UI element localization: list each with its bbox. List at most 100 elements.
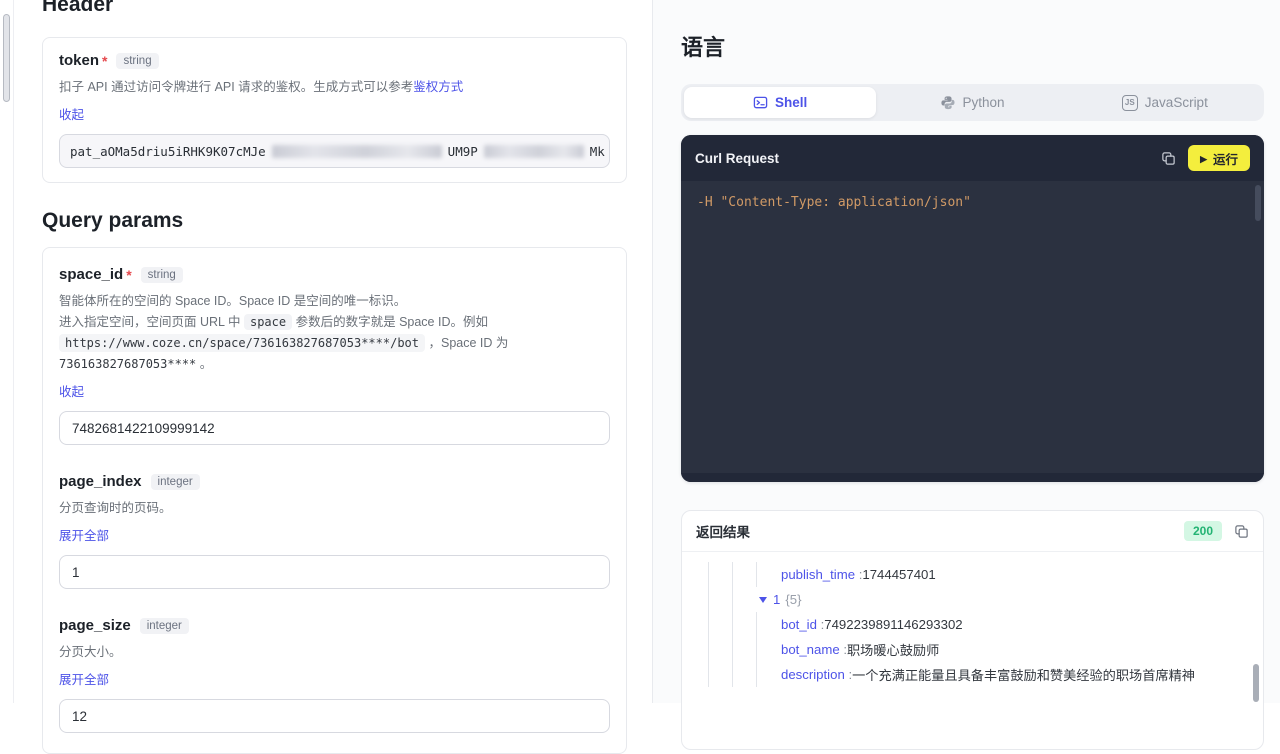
indent-guide [732,562,756,587]
redacted-token-segment [483,144,584,158]
result-scrollbar-handle[interactable] [1253,664,1259,702]
json-key: 1 [773,592,781,607]
param-name-token: token [59,52,100,69]
copy-icon[interactable] [1161,151,1176,166]
json-key: description [781,667,852,682]
token-input[interactable]: pat_aOMa5driu5iRHK9K07cMJe UM9P Mk [59,134,610,168]
json-row-description[interactable]: description 一个充满正能量且具备丰富鼓励和赞美经验的职场首席精神 [696,662,1263,687]
page-size-description: 分页大小。 [59,645,122,659]
space-id-desc-line1: 智能体所在的空间的 Space ID。Space ID 是空间的唯一标识。 [59,294,407,308]
param-name-page-size: page_size [59,617,131,634]
json-tree: publish_time 1744457401 1 {5} bot_id 749… [682,552,1263,702]
code-header-actions: 运行 [1161,145,1250,171]
response-header-actions: 200 [1183,521,1249,541]
param-name-page-index: page_index [59,473,142,490]
page-scrollbar-handle[interactable] [3,14,10,102]
space-id-desc-line2-post: 参数后的数字就是 Space ID。例如 [295,315,488,329]
curl-code-line[interactable]: -H "Content-Type: application/json" [697,195,1248,210]
json-row-bot-name[interactable]: bot_name 职场暖心鼓励师 [696,637,1263,662]
page-index-title-row: page_index integer [59,473,610,490]
token-value-prefix: pat_aOMa5driu5iRHK9K07cMJe [70,143,266,159]
token-description: 扣子 API 通过访问令牌进行 API 请求的鉴权。生成方式可以参考鉴权方式 [59,77,610,98]
indent-guide [708,587,732,612]
response-header: 返回结果 200 [682,511,1263,552]
response-panel: 返回结果 200 publish_time 1744457401 1 {5} [681,510,1264,750]
tab-python[interactable]: Python [876,87,1068,118]
json-value: 7492239891146293302 [824,617,963,632]
token-value-fragment: UM9P [447,143,478,159]
run-button[interactable]: 运行 [1188,145,1250,171]
param-name-space-id: space_id [59,266,124,283]
page-size-input[interactable] [59,699,610,733]
space-id-example-value: 736163827687053**** [59,357,197,371]
space-inline-code: space [243,314,293,330]
curl-code-area: -H "Content-Type: application/json" [681,181,1264,473]
response-title: 返回结果 [696,525,750,540]
json-key: bot_id [781,617,824,632]
json-value: 一个充满正能量且具备丰富鼓励和赞美经验的职场首席精神 [852,668,1195,683]
indent-guide [708,612,732,637]
json-count-badge: {5} [785,592,802,607]
indent-guide [756,662,780,687]
tab-shell-label: Shell [775,95,808,110]
page-size-expand-link[interactable]: 展开全部 [59,669,109,688]
params-pane: Header token * string 扣子 API 通过访问令牌进行 AP… [14,0,652,754]
space-id-title-row: space_id * string [59,266,610,283]
tab-python-label: Python [962,95,1005,110]
page-index-field: page_index integer 分页查询时的页码。 展开全部 [59,473,610,589]
space-id-tail: 。 [199,357,213,371]
space-id-desc-line2-pre: 进入指定空间，空间页面 URL 中 [59,315,241,329]
json-key: publish_time [781,567,862,582]
json-row-publish-time[interactable]: publish_time 1744457401 [696,562,1263,587]
query-params-title: Query params [42,209,184,232]
required-mark: * [102,52,108,69]
copy-icon[interactable] [1234,524,1249,539]
query-params-card: space_id * string 智能体所在的空间的 Space ID。Spa… [42,247,627,754]
language-tabs: Shell Python JS JavaScript [681,84,1264,121]
json-value: 职场暖心鼓励师 [846,643,940,658]
json-value: 1744457401 [862,567,936,582]
redacted-token-segment [271,144,442,158]
page-scrollbar-track[interactable] [0,0,14,703]
status-badge: 200 [1183,521,1222,541]
page-size-field: page_size integer 分页大小。 展开全部 [59,617,610,733]
token-collapse-link[interactable]: 收起 [59,104,84,123]
page-index-input[interactable] [59,555,610,589]
json-row-item-1[interactable]: 1 {5} [696,587,1263,612]
type-badge: string [140,266,183,283]
required-mark: * [126,266,132,283]
code-scrollbar-handle[interactable] [1255,185,1261,221]
tab-javascript[interactable]: JS JavaScript [1069,87,1261,118]
collapse-caret-icon[interactable] [759,596,767,603]
indent-guide [756,562,780,587]
json-row-bot-id[interactable]: bot_id 7492239891146293302 [696,612,1263,637]
code-panel-footer [681,473,1264,482]
auth-doc-link[interactable]: 鉴权方式 [413,80,463,94]
play-icon [1200,151,1207,165]
indent-guide [732,662,756,687]
code-sample-pane: 语言 Shell Python JS JavaScript Curl Reque… [652,0,1280,750]
type-badge: string [116,52,159,69]
space-url-code: https://www.coze.cn/space/73616382768705… [59,334,426,352]
indent-guide [708,637,732,662]
space-id-collapse-link[interactable]: 收起 [59,381,84,400]
space-id-input[interactable] [59,411,610,445]
indent-guide [732,637,756,662]
indent-guide [756,637,780,662]
curl-request-header: Curl Request 运行 [681,135,1264,181]
type-badge: integer [139,617,189,634]
run-button-label: 运行 [1212,152,1238,167]
code-panel-title: Curl Request [695,150,780,166]
page-index-description: 分页查询时的页码。 [59,501,172,515]
terminal-icon [753,95,768,110]
page-index-expand-link[interactable]: 展开全部 [59,525,109,544]
indent-guide [708,562,732,587]
token-param-card: token * string 扣子 API 通过访问令牌进行 API 请求的鉴权… [42,37,627,183]
space-id-description: 智能体所在的空间的 Space ID。Space ID 是空间的唯一标识。 进入… [59,291,610,375]
indent-guide [708,662,732,687]
tab-shell[interactable]: Shell [684,87,877,118]
indent-guide [732,612,756,637]
indent-guide [756,612,780,637]
header-section-title: Header [42,0,114,16]
token-title-row: token * string [59,52,610,69]
